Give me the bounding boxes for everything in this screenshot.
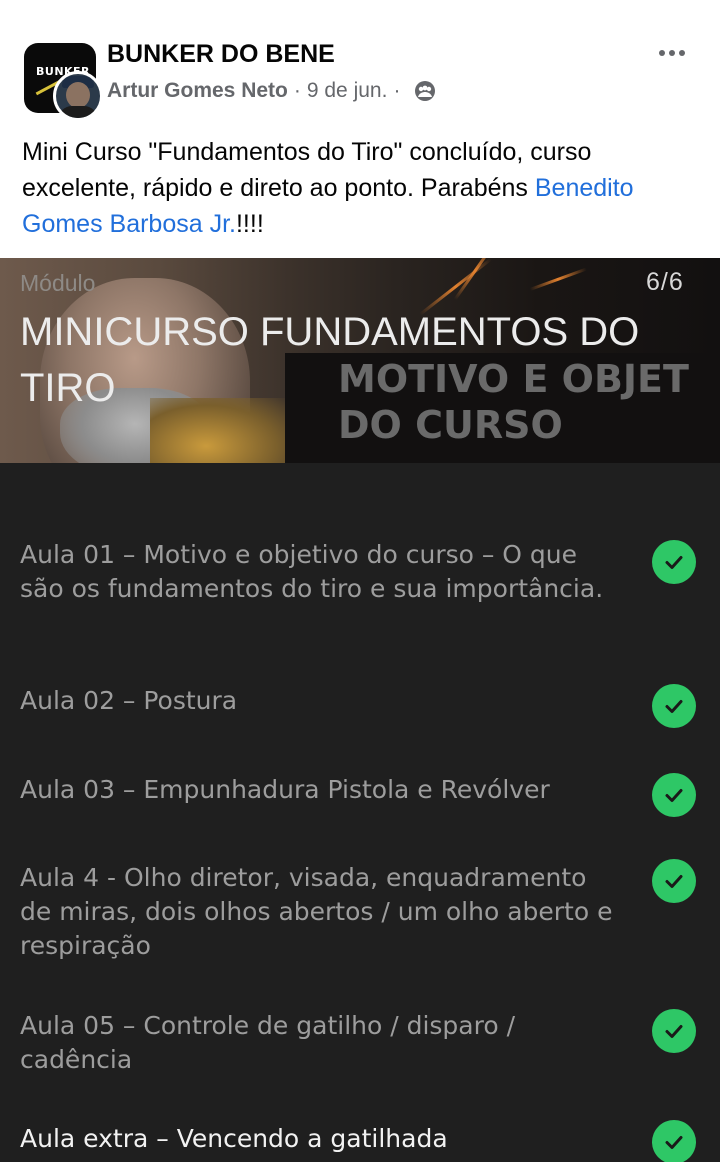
course-banner: Módulo 6/6 MINICURSO FUNDAMENTOS DO TIRO… [0,258,720,463]
post-body-text: Mini Curso "Fundamentos do Tiro" concluí… [22,134,712,242]
module-label: Módulo [20,270,96,296]
check-icon [652,773,696,817]
spark-decoration [529,267,587,291]
post-header: BUNKER BUNKER DO BENE Artur Gomes Neto ·… [0,0,720,258]
avatar-face [66,82,90,108]
author-name-link[interactable]: Artur Gomes Neto [107,79,288,103]
lesson-title: Aula extra – Vencendo a gatilhada [20,1124,448,1153]
post-text-end: !!!! [235,210,264,238]
more-options-icon-dot [659,50,665,56]
thumbnail-title: MOTIVO E OBJET DO CURSO [338,356,720,448]
more-options-icon-dot [669,50,675,56]
lesson-list: Aula 01 – Motivo e objetivo do curso – O… [0,463,720,1162]
check-icon [652,684,696,728]
more-options-button[interactable] [652,38,692,68]
meta-separator: · [293,79,301,102]
group-icon [415,81,436,101]
check-icon [652,859,696,903]
spark-decoration [453,258,497,301]
post-date-link[interactable]: 9 de jun. [307,79,388,103]
more-options-icon-dot [679,50,685,56]
lesson-title: Aula 4 - Olho diretor, visada, enquadram… [20,863,613,960]
check-icon [652,540,696,584]
meta-separator: · [393,79,401,102]
avatar-shirt [58,106,98,118]
module-counter: 6/6 [646,268,684,296]
lesson-title: Aula 01 – Motivo e objetivo do curso – O… [20,540,604,603]
attached-course-screenshot[interactable]: Módulo 6/6 MINICURSO FUNDAMENTOS DO TIRO… [0,258,720,1162]
author-avatar[interactable] [53,71,103,121]
post-meta: Artur Gomes Neto · 9 de jun. · [107,79,436,103]
post-text-main: Mini Curso "Fundamentos do Tiro" concluí… [22,138,592,202]
group-name-link[interactable]: BUNKER DO BENE [107,40,335,69]
lesson-title: Aula 02 – Postura [20,686,238,715]
lesson-title: Aula 03 – Empunhadura Pistola e Revólver [20,775,550,804]
check-icon [652,1009,696,1053]
lesson-title: Aula 05 – Controle de gatilho / disparo … [20,1011,516,1074]
check-icon [652,1120,696,1162]
thumbnail-title-line: DO CURSO [338,403,563,447]
thumbnail-title-line: MOTIVO E OBJET [338,357,689,401]
